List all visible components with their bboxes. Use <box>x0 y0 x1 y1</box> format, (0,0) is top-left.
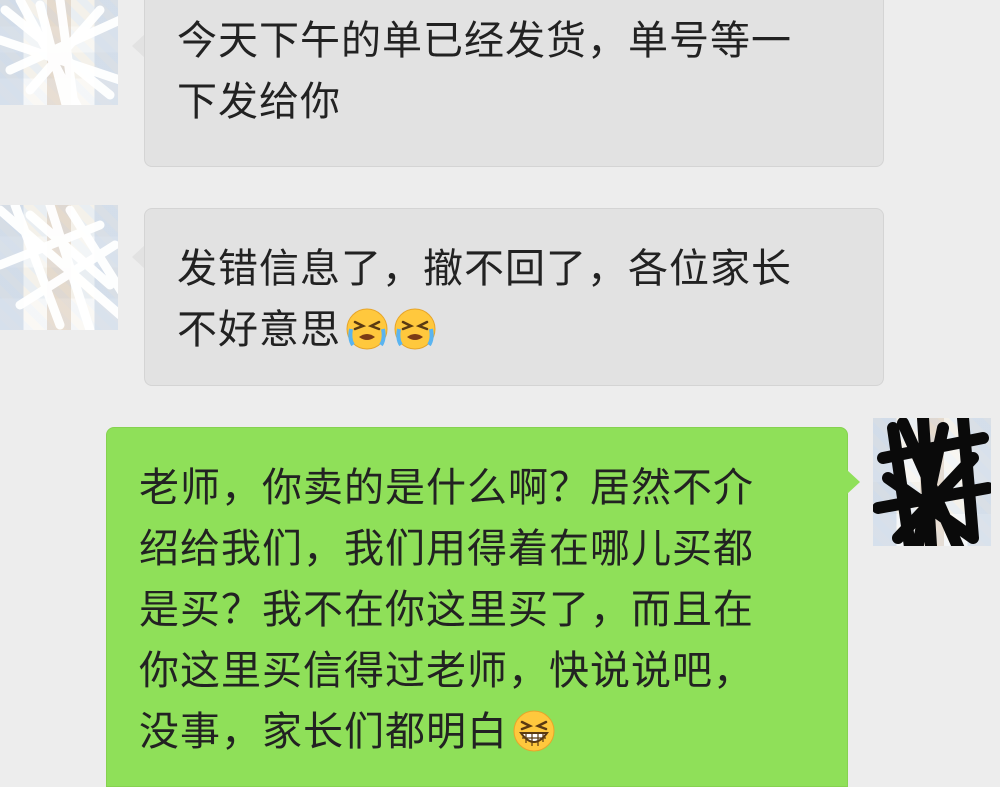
message-text-segment: 不好意思 <box>177 307 341 353</box>
message-bubble-outgoing[interactable]: 老师，你卖的是什么啊？居然不介 绍给我们，我们用得着在哪儿买都 是买？我不在你这… <box>106 427 848 787</box>
scribble-redaction <box>873 418 991 546</box>
sender-avatar-obscured[interactable] <box>0 205 118 330</box>
sender-avatar-obscured[interactable] <box>0 0 118 105</box>
message-text-line: 你这里买信得过老师，快说说吧， <box>139 648 754 694</box>
message-text-segment: 没事，家长们都明白 <box>139 709 508 755</box>
scribble-redaction <box>0 205 118 330</box>
loudly-crying-face-icon <box>345 307 389 351</box>
message-text-line: 不好意思 <box>177 300 883 361</box>
message-text-line: 没事，家长们都明白 <box>139 702 847 763</box>
message-bubble-incoming[interactable]: 今天下午的单已经发货，单号等一 下发给你 <box>144 0 884 167</box>
message-bubble-incoming[interactable]: 发错信息了，撤不回了，各位家长 不好意思 <box>144 208 884 386</box>
message-text-line: 是买？我不在你这里买了，而且在 <box>139 587 754 633</box>
loudly-crying-face-icon <box>393 307 437 351</box>
message-text-line: 绍给我们，我们用得着在哪儿买都 <box>139 526 754 572</box>
grinning-squinting-face-icon <box>512 709 556 753</box>
message-text-line: 发错信息了，撤不回了，各位家长 <box>177 246 792 292</box>
bubble-tail <box>847 470 860 494</box>
message-text-line: 老师，你卖的是什么啊？居然不介 <box>139 465 754 511</box>
message-text-line: 今天下午的单已经发货，单号等一 <box>177 18 792 64</box>
message-text-line: 下发给你 <box>177 79 341 125</box>
scribble-redaction <box>0 0 118 105</box>
self-avatar-obscured[interactable] <box>873 418 991 546</box>
